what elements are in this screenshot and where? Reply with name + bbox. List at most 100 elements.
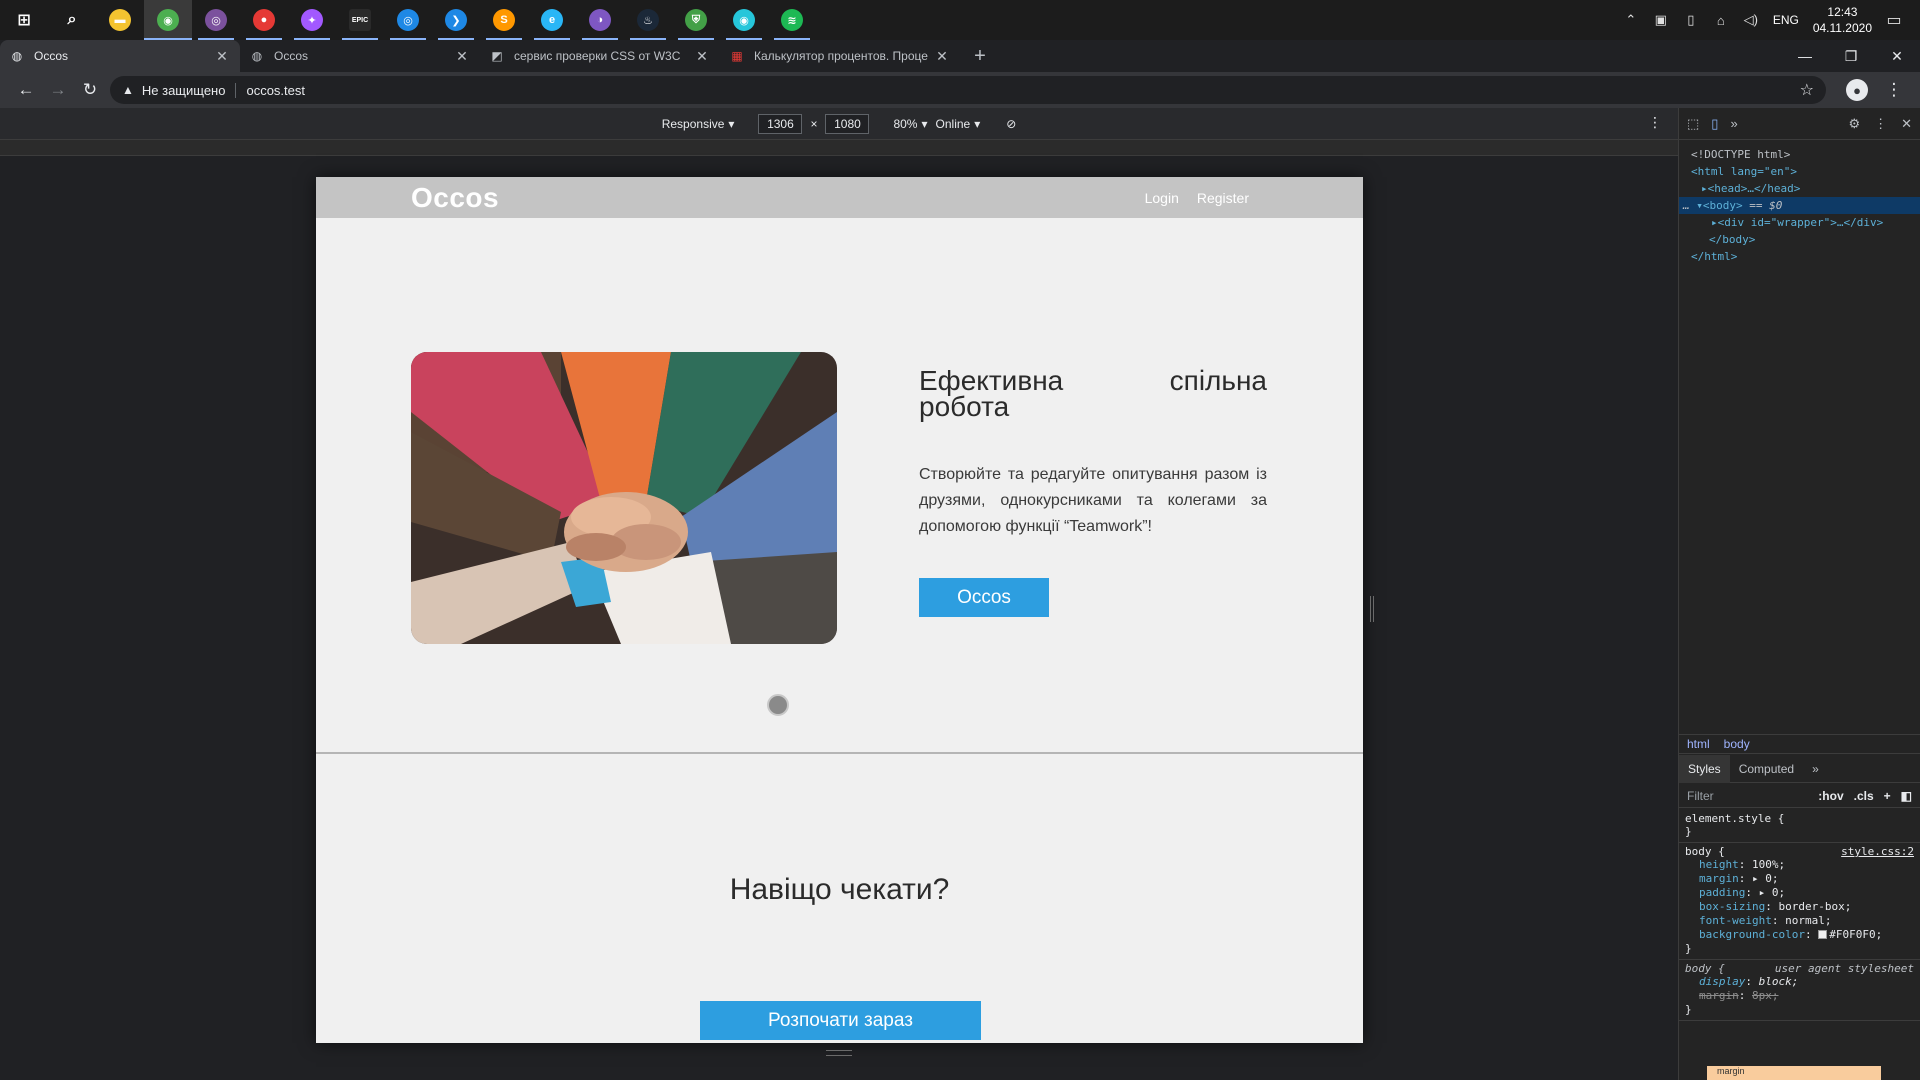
css-property[interactable]: background-color: #F0F0F0;: [1685, 928, 1914, 942]
bookmark-star-icon[interactable]: ☆: [1800, 80, 1814, 100]
wifi-icon[interactable]: ⌂: [1713, 12, 1729, 28]
taskbar-app[interactable]: ⊞: [0, 0, 48, 40]
inspect-element-icon[interactable]: ⬚: [1687, 116, 1699, 132]
more-tabs-icon[interactable]: »: [1730, 116, 1737, 131]
dom-node-doctype[interactable]: <!DOCTYPE html>: [1679, 146, 1920, 163]
close-devtools-icon[interactable]: ✕: [1901, 116, 1912, 132]
forward-arrow-icon[interactable]: →: [42, 74, 74, 106]
browser-tab[interactable]: ◍ Occos ✕: [240, 40, 480, 72]
login-link[interactable]: Login: [1145, 190, 1179, 206]
dom-node-wrapper[interactable]: ▸<div id="wrapper">…</div>: [1679, 214, 1920, 231]
tab-computed[interactable]: Computed: [1730, 755, 1803, 783]
device-toolbar-menu-icon[interactable]: ⋮: [1648, 114, 1662, 131]
network-app-icon[interactable]: ▣: [1653, 12, 1669, 28]
css-property[interactable]: display: block;: [1685, 975, 1914, 989]
css-property[interactable]: margin: ▸ 0;: [1685, 872, 1914, 886]
browser-tab[interactable]: ▦ Калькулятор процентов. Проце ✕: [720, 40, 960, 72]
styles-filter[interactable]: Filter :hov .cls + ◧: [1679, 784, 1920, 808]
box-model-margin[interactable]: margin: [1707, 1066, 1881, 1080]
throttle-select[interactable]: Online ▾: [936, 117, 981, 131]
profile-avatar-icon[interactable]: ●: [1846, 79, 1868, 101]
site-logo[interactable]: Occos: [411, 182, 499, 214]
element-style-rule[interactable]: element.style { }: [1679, 810, 1920, 843]
color-swatch-icon[interactable]: [1818, 930, 1828, 939]
taskbar-app[interactable]: ⌕: [48, 0, 96, 40]
device-select[interactable]: Responsive ▾: [662, 117, 735, 131]
taskbar-app[interactable]: ❯: [432, 0, 480, 40]
viewport-width-input[interactable]: 1306: [758, 113, 803, 134]
more-panels-icon[interactable]: »: [1803, 755, 1828, 783]
breadcrumb-item[interactable]: body: [1724, 737, 1750, 751]
dom-node-html-close[interactable]: </html>: [1679, 248, 1920, 265]
close-window-icon[interactable]: ✕: [1874, 40, 1920, 72]
chrome-menu-icon[interactable]: ⋮: [1878, 74, 1910, 106]
browser-tab[interactable]: ◍ Occos ✕: [0, 40, 240, 72]
settings-gear-icon[interactable]: ⚙: [1848, 116, 1860, 132]
devtools-menu-icon[interactable]: ⋮: [1874, 116, 1887, 132]
tab-styles[interactable]: Styles: [1679, 754, 1730, 783]
tab-close-icon[interactable]: ✕: [214, 48, 230, 65]
taskbar-app[interactable]: ⛨: [672, 0, 720, 40]
cls-toggle[interactable]: .cls: [1854, 789, 1874, 803]
rotate-icon[interactable]: ⊘: [1006, 117, 1016, 131]
viewport-side-resize-handle[interactable]: [1370, 596, 1374, 622]
tab-close-icon[interactable]: ✕: [694, 48, 710, 65]
taskbar-app[interactable]: ◎: [384, 0, 432, 40]
start-now-button[interactable]: Розпочати зараз: [700, 1001, 981, 1040]
taskbar-app[interactable]: e: [528, 0, 576, 40]
viewport-height-input[interactable]: 1080: [825, 113, 870, 134]
taskbar-app[interactable]: EPIC: [336, 0, 384, 40]
css-property[interactable]: font-weight: normal;: [1685, 914, 1914, 928]
hov-toggle[interactable]: :hov: [1818, 789, 1843, 803]
back-arrow-icon[interactable]: ←: [10, 74, 42, 106]
taskbar-app[interactable]: ♨: [624, 0, 672, 40]
css-property[interactable]: margin: 8px;: [1685, 989, 1914, 1003]
viewport-bottom-resize-handle[interactable]: [826, 1050, 852, 1056]
collapse-triangle-icon[interactable]: ▾: [1696, 199, 1703, 212]
new-tab-icon[interactable]: +: [966, 42, 994, 70]
body-style-rule[interactable]: body {style.css:2 height: 100%; margin: ▸…: [1679, 843, 1920, 960]
taskbar-app[interactable]: ◎: [192, 0, 240, 40]
expand-triangle-icon[interactable]: ▸: [1701, 182, 1708, 195]
css-property[interactable]: padding: ▸ 0;: [1685, 886, 1914, 900]
taskbar-app[interactable]: ▬: [96, 0, 144, 40]
device-toggle-icon[interactable]: ▯: [1711, 116, 1718, 132]
restore-icon[interactable]: ❐: [1828, 40, 1874, 72]
taskbar-app[interactable]: ◉: [144, 0, 192, 40]
taskbar-app[interactable]: S: [480, 0, 528, 40]
taskbar-app[interactable]: ✦: [288, 0, 336, 40]
ua-style-rule[interactable]: body {user agent stylesheet display: blo…: [1679, 960, 1920, 1021]
taskbar-app[interactable]: ●: [240, 0, 288, 40]
breadcrumb-item[interactable]: html: [1687, 737, 1710, 751]
volume-icon[interactable]: ◁): [1743, 12, 1759, 28]
expand-triangle-icon[interactable]: ▸: [1711, 216, 1718, 229]
dom-node-body-close[interactable]: </body>: [1679, 231, 1920, 248]
battery-icon[interactable]: ▯: [1683, 12, 1699, 28]
dom-node-head[interactable]: ▸<head>…</head>: [1679, 180, 1920, 197]
input-language[interactable]: ENG: [1773, 13, 1799, 27]
hero-occos-button[interactable]: Occos: [919, 578, 1049, 617]
add-rule-icon[interactable]: +: [1884, 789, 1891, 803]
notifications-icon[interactable]: ▭: [1886, 12, 1902, 29]
css-property[interactable]: box-sizing: border-box;: [1685, 900, 1914, 914]
media-query-ruler[interactable]: [0, 140, 1678, 156]
chevron-up-icon[interactable]: ⌃: [1623, 12, 1639, 28]
reload-icon[interactable]: ↻: [74, 74, 106, 106]
taskbar-app[interactable]: ◑: [576, 0, 624, 40]
minimize-icon[interactable]: —: [1782, 40, 1828, 72]
tab-close-icon[interactable]: ✕: [934, 48, 950, 65]
taskbar-app[interactable]: ≋: [768, 0, 816, 40]
tab-close-icon[interactable]: ✕: [454, 48, 470, 65]
taskbar-app[interactable]: ◉: [720, 0, 768, 40]
rule-source-link[interactable]: style.css:2: [1841, 845, 1914, 858]
styles-filter-input[interactable]: Filter: [1687, 789, 1714, 803]
register-link[interactable]: Register: [1197, 190, 1249, 206]
address-bar[interactable]: ▲ Не защищено occos.test ☆: [110, 76, 1826, 104]
system-clock[interactable]: 12:43 04.11.2020: [1813, 4, 1872, 36]
toggle-sidebar-icon[interactable]: ◧: [1901, 789, 1912, 803]
dom-node-body[interactable]: … ▾<body> == $0: [1679, 197, 1920, 214]
security-status[interactable]: Не защищено: [142, 82, 237, 98]
dom-node-html[interactable]: <html lang="en">: [1679, 163, 1920, 180]
css-property[interactable]: height: 100%;: [1685, 858, 1914, 872]
zoom-select[interactable]: 80% ▾: [893, 117, 927, 131]
